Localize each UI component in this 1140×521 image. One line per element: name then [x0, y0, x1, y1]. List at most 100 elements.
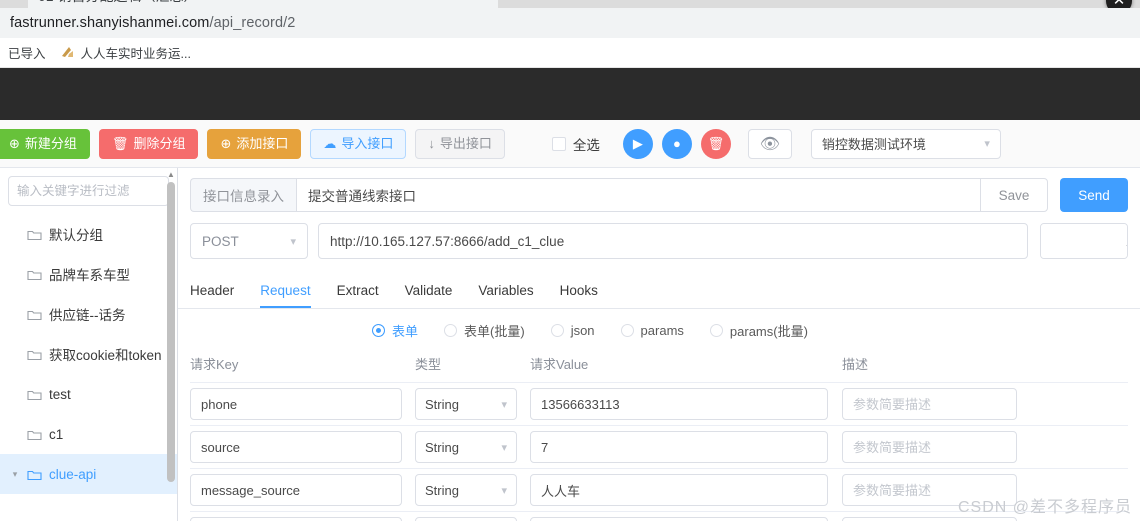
folder-icon: [27, 268, 42, 281]
export-api-button[interactable]: ↓ 导出接口: [415, 128, 505, 159]
body-type-radio-group: 表单 表单(批量) json params params(批量): [178, 309, 1140, 340]
tab-variables[interactable]: Variables: [478, 283, 533, 309]
param-value-input[interactable]: [530, 431, 828, 463]
chevron-down-icon: ▾: [501, 441, 507, 454]
tab-validate[interactable]: Validate: [405, 283, 453, 309]
add-api-button[interactable]: ⊕ 添加接口: [207, 128, 302, 159]
param-type-value: String: [425, 482, 459, 498]
param-value-input[interactable]: [530, 517, 828, 521]
sidebar-item-3[interactable]: 获取cookie和token: [0, 334, 177, 374]
browser-tab[interactable]: 01 销售分配逻辑（汇总）: [28, 0, 498, 8]
sidebar-item-0[interactable]: 默认分组: [0, 214, 177, 254]
folder-icon: [27, 348, 42, 361]
import-api-button[interactable]: ☁ 导入接口: [310, 128, 407, 159]
save-button[interactable]: Save: [980, 178, 1048, 212]
repeat-count-stepper[interactable]: ▲ ▼: [1040, 223, 1128, 259]
param-key-input[interactable]: [190, 474, 402, 506]
body-type-radio-2[interactable]: json: [550, 323, 595, 338]
sidebar-item-2[interactable]: 供应链--话务: [0, 294, 177, 334]
param-type-select[interactable]: String▾: [415, 517, 517, 521]
api-name-input[interactable]: [296, 178, 980, 212]
location-pin-icon[interactable]: ●: [661, 128, 692, 159]
radio-dot: [550, 324, 564, 337]
tree-filter-input[interactable]: [8, 176, 169, 206]
param-type-value: String: [425, 439, 459, 455]
chevron-down-icon: ▾: [290, 235, 296, 248]
sidebar-item-label: c1: [49, 426, 64, 442]
tab-hooks[interactable]: Hooks: [560, 283, 598, 309]
sidebar-item-6[interactable]: ▾ clue-api: [0, 454, 177, 494]
sidebar-item-5[interactable]: c1: [0, 414, 177, 454]
param-type-select[interactable]: String ▾: [415, 474, 517, 506]
play-icon[interactable]: ▶: [622, 128, 653, 159]
api-name-row: 接口信息录入 Save Send: [178, 168, 1140, 212]
body-type-radio-0[interactable]: 表单: [372, 321, 418, 340]
delete-group-button[interactable]: 🗑 删除分组: [98, 128, 199, 159]
http-method-select[interactable]: POST ▾: [190, 223, 308, 259]
eye-icon[interactable]: 👁: [747, 128, 792, 159]
param-type-value: String: [425, 396, 459, 412]
cloud-upload-icon: ☁: [323, 136, 337, 151]
chevron-down-icon: ▾: [984, 138, 990, 150]
bookmark-item-renrenche[interactable]: 人人车实时业务运...: [60, 43, 191, 62]
bookmark-label: 人人车实时业务运...: [80, 47, 191, 61]
sidebar-item-label: 品牌车系车型: [49, 268, 130, 283]
repeat-count-input[interactable]: [1041, 224, 1127, 258]
param-desc-input[interactable]: [842, 388, 1017, 420]
group-tree: 默认分组品牌车系车型 供应链--话务获取cookie和token test c1 ▾ cl…: [0, 214, 177, 494]
radio-label: params(批量): [729, 324, 808, 339]
bookmark-label: 已导入: [8, 47, 46, 61]
environment-select[interactable]: 销控数据测试环境 ▾: [810, 128, 1001, 159]
bookmark-item-imported[interactable]: 已导入: [8, 43, 46, 62]
api-toolbar: ⊕ 新建分组 🗑 删除分组 ⊕ 添加接口 ☁ 导入接口 ↓ 导出接口 全选 ▶ …: [0, 120, 1140, 168]
folder-icon: [27, 388, 42, 401]
param-value-input[interactable]: [530, 388, 828, 420]
environment-selected-value: 销控数据测试环境: [821, 137, 926, 152]
chevron-down-icon[interactable]: ▾: [10, 469, 20, 480]
sidebar-item-label: 默认分组: [49, 228, 103, 243]
sidebar-item-4[interactable]: test: [0, 374, 177, 414]
address-bar[interactable]: fastrunner.shanyishanmei.com/api_record/…: [0, 8, 1140, 38]
table-header-row: 请求Key 类型 请求Value 描述: [190, 354, 1128, 383]
app-navbar: [0, 68, 1140, 120]
send-button[interactable]: Send: [1060, 178, 1128, 212]
sidebar-item-1[interactable]: 品牌车系车型: [0, 254, 177, 294]
body-type-radio-3[interactable]: params: [620, 323, 684, 338]
param-desc-input[interactable]: [842, 474, 1017, 506]
param-key-input[interactable]: [190, 517, 402, 521]
tab-header[interactable]: Header: [190, 283, 234, 309]
new-group-button[interactable]: ⊕ 新建分组: [0, 128, 90, 159]
http-method-value: POST: [202, 233, 239, 249]
request-url-input[interactable]: [318, 223, 1028, 259]
param-value-input[interactable]: [530, 474, 828, 506]
browser-tabstrip: 01 销售分配逻辑（汇总） ✕: [0, 0, 1140, 8]
body-type-radio-4[interactable]: params(批量): [709, 321, 808, 340]
body-type-radio-1[interactable]: 表单(批量): [444, 321, 525, 340]
workspace: 默认分组品牌车系车型供应链--话务获取cookie和token test c1 ▾ cl…: [0, 168, 1140, 521]
sidebar-item-label: 供应链--话务: [49, 308, 126, 323]
folder-icon: [27, 308, 42, 321]
trash-icon: 🗑: [111, 136, 129, 151]
param-desc-input[interactable]: [842, 431, 1017, 463]
chevron-down-icon: ▾: [501, 484, 507, 497]
select-all-label: 全选: [572, 137, 600, 153]
close-circle-icon[interactable]: ✕: [1106, 0, 1132, 8]
site-favicon: [60, 45, 75, 60]
param-desc-input[interactable]: [842, 517, 1017, 521]
column-header-value: 请求Value: [530, 357, 589, 372]
param-key-input[interactable]: [190, 388, 402, 420]
table-row: String ▾: [190, 383, 1128, 426]
column-header-type: 类型: [415, 357, 442, 372]
tab-extract[interactable]: Extract: [337, 283, 379, 309]
sidebar-scrollbar[interactable]: ▲: [167, 170, 175, 519]
folder-icon: [27, 428, 42, 441]
sidebar-item-label: test: [49, 386, 71, 402]
param-key-input[interactable]: [190, 431, 402, 463]
param-type-select[interactable]: String▾: [415, 388, 517, 420]
param-type-select[interactable]: String ▾: [415, 431, 517, 463]
scroll-up-arrow-icon[interactable]: ▲: [167, 170, 175, 180]
trash-icon[interactable]: 🗑: [700, 128, 731, 159]
scrollbar-thumb[interactable]: [167, 182, 175, 482]
tab-request[interactable]: Request: [260, 283, 311, 308]
select-all-checkbox[interactable]: 全选: [551, 134, 600, 154]
